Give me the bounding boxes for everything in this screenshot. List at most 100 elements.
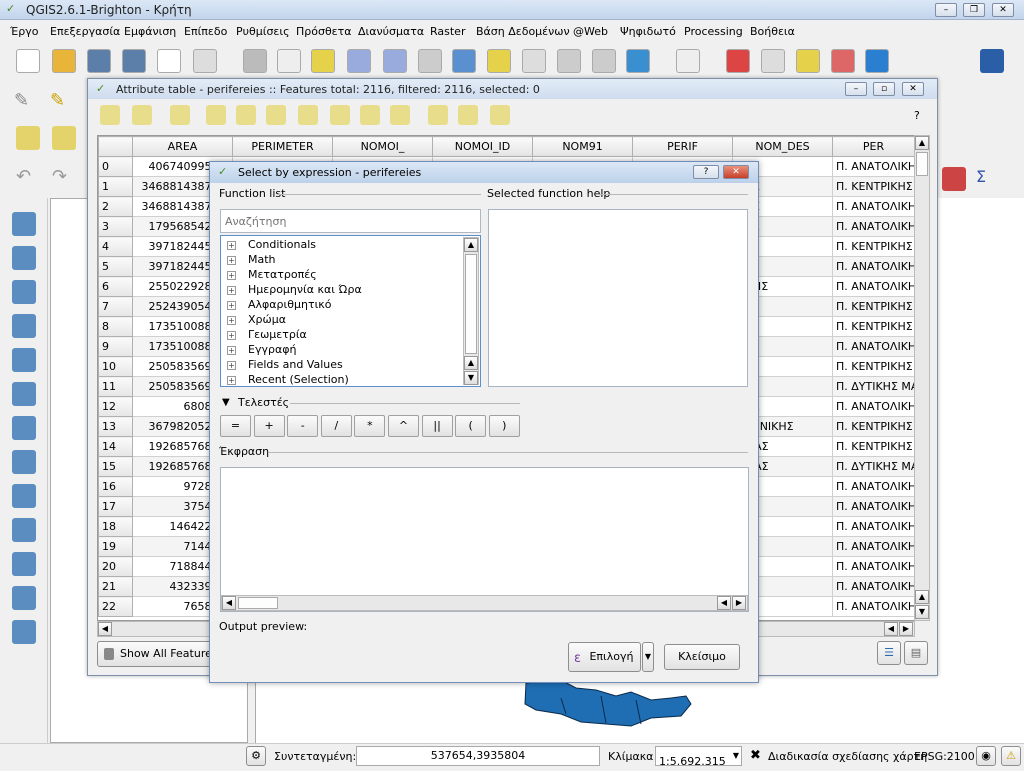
table-view-button[interactable]: ☰ bbox=[877, 641, 901, 665]
operator-button[interactable]: ( bbox=[455, 415, 487, 437]
add-layer-icon[interactable] bbox=[12, 552, 36, 576]
row-number[interactable]: 22 bbox=[98, 596, 133, 617]
add-layer-icon[interactable] bbox=[12, 212, 36, 236]
csw-icon[interactable] bbox=[676, 49, 700, 73]
save-as-icon[interactable] bbox=[122, 49, 146, 73]
row-number[interactable]: 19 bbox=[98, 536, 133, 557]
scroll-up-button[interactable]: ▲ bbox=[915, 136, 929, 150]
minimize-button[interactable]: – bbox=[935, 3, 957, 17]
digitize-icon[interactable]: ✎ bbox=[14, 90, 38, 114]
pan-to-selected-icon[interactable] bbox=[330, 105, 350, 125]
scroll-down-button[interactable]: ▼ bbox=[464, 371, 478, 385]
attr-minimize-button[interactable]: – bbox=[845, 82, 867, 96]
row-number[interactable]: 11 bbox=[98, 376, 133, 397]
per-cell[interactable]: Π. ΚΕΝΤΡΙΚΗΣ Μ bbox=[832, 436, 914, 457]
per-cell[interactable]: Π. ΚΕΝΤΡΙΚΗΣ Μ bbox=[832, 416, 914, 437]
function-group[interactable]: + Conditionals bbox=[227, 238, 316, 253]
add-layer-icon[interactable] bbox=[12, 280, 36, 304]
dialog-close-x-button[interactable]: ✕ bbox=[723, 165, 749, 179]
function-group[interactable]: + Fields and Values bbox=[227, 358, 343, 373]
help-button[interactable]: ? bbox=[914, 109, 920, 122]
menu-item[interactable]: Πρόσθετα bbox=[296, 25, 352, 38]
copy-rows-icon[interactable] bbox=[390, 105, 410, 125]
menu-item[interactable]: Βάση Δεδομένων bbox=[476, 25, 570, 38]
crs-label[interactable]: EPSG:2100 bbox=[914, 750, 975, 763]
function-group[interactable]: + Γεωμετρία bbox=[227, 328, 307, 343]
operator-button[interactable]: + bbox=[253, 415, 285, 437]
zoom-next-icon[interactable] bbox=[592, 49, 616, 73]
menu-item[interactable]: Έργο bbox=[10, 25, 38, 38]
row-number[interactable]: 4 bbox=[98, 236, 133, 257]
per-cell[interactable]: Π. ΑΝΑΤΟΛΙΚΗΣ bbox=[832, 596, 914, 617]
show-all-features-button[interactable]: Show All Features bbox=[97, 641, 227, 667]
add-layer-icon[interactable] bbox=[12, 416, 36, 440]
expand-icon[interactable]: + bbox=[227, 240, 236, 250]
per-cell[interactable]: Π. ΑΝΑΤΟΛΙΚΗΣ bbox=[832, 396, 914, 417]
vertical-scrollbar[interactable]: ▲ ▲ ▼ bbox=[914, 135, 930, 621]
coordinate-toggle-icon[interactable]: ⚙ bbox=[246, 746, 266, 766]
per-cell[interactable]: Π. ΔΥΤΙΚΗΣ ΜΑΚ bbox=[832, 456, 914, 477]
help-icon[interactable] bbox=[980, 49, 1004, 73]
row-number[interactable]: 3 bbox=[98, 216, 133, 237]
menu-item[interactable]: @Web bbox=[573, 25, 608, 38]
zoom-out-icon[interactable] bbox=[383, 49, 407, 73]
function-group[interactable]: + Εγγραφή bbox=[227, 343, 296, 358]
menu-item[interactable]: Βοήθεια bbox=[750, 25, 795, 38]
maximize-button[interactable]: ❐ bbox=[963, 3, 985, 17]
function-group[interactable]: + Math bbox=[227, 253, 276, 268]
scroll-up-button-2[interactable]: ▲ bbox=[464, 356, 478, 370]
field-calculator-icon[interactable] bbox=[490, 105, 510, 125]
operator-button[interactable]: || bbox=[421, 415, 453, 437]
function-group[interactable]: + Ημερομηνία και Ώρα bbox=[227, 283, 362, 298]
row-number[interactable]: 9 bbox=[98, 336, 133, 357]
function-group[interactable]: + Χρώμα bbox=[227, 313, 286, 328]
menu-item[interactable]: Διανύσματα bbox=[358, 25, 424, 38]
scroll-thumb[interactable] bbox=[238, 597, 278, 609]
row-number[interactable]: 6 bbox=[98, 276, 133, 297]
pan-icon[interactable] bbox=[277, 49, 301, 73]
expand-icon[interactable]: + bbox=[227, 375, 236, 385]
select-expression-icon[interactable] bbox=[206, 105, 226, 125]
column-header[interactable]: NOM91 bbox=[532, 136, 633, 157]
scroll-thumb[interactable] bbox=[465, 254, 477, 354]
function-scrollbar[interactable]: ▲ ▲ ▼ bbox=[463, 237, 479, 385]
per-cell[interactable]: Π. ΑΝΑΤΟΛΙΚΗΣ bbox=[832, 336, 914, 357]
scale-combobox[interactable]: 1:5.692.315 ▼ bbox=[655, 746, 742, 768]
menu-item[interactable]: Raster bbox=[430, 25, 465, 38]
zoom-selection-icon[interactable] bbox=[522, 49, 546, 73]
save-edits-icon[interactable] bbox=[132, 105, 152, 125]
row-number[interactable]: 0 bbox=[98, 156, 133, 177]
operator-button[interactable]: / bbox=[320, 415, 352, 437]
operator-button[interactable]: ^ bbox=[388, 415, 419, 437]
column-header[interactable]: NOMOI_ bbox=[332, 136, 433, 157]
vector-icon[interactable] bbox=[831, 49, 855, 73]
delete-selected-icon[interactable] bbox=[170, 105, 190, 125]
invert-selection-icon[interactable] bbox=[298, 105, 318, 125]
per-cell[interactable]: Π. ΑΝΑΤΟΛΙΚΗΣ bbox=[832, 476, 914, 497]
close-button[interactable]: Κλείσιμο bbox=[664, 644, 740, 670]
scroll-left-button[interactable]: ◀ bbox=[222, 596, 236, 610]
per-cell[interactable]: Π. ΑΝΑΤΟΛΙΚΗΣ bbox=[832, 156, 914, 177]
move-selection-top-icon[interactable] bbox=[266, 105, 286, 125]
zoom-last-icon[interactable] bbox=[557, 49, 581, 73]
operator-button[interactable]: * bbox=[354, 415, 386, 437]
expression-input[interactable] bbox=[220, 467, 749, 612]
operator-button[interactable]: ) bbox=[488, 415, 520, 437]
scroll-up-button[interactable]: ▲ bbox=[464, 238, 478, 252]
row-number[interactable]: 17 bbox=[98, 496, 133, 517]
attribute-icon[interactable] bbox=[796, 49, 820, 73]
add-layer-icon[interactable] bbox=[12, 314, 36, 338]
refresh-icon[interactable] bbox=[626, 49, 650, 73]
per-cell[interactable]: Π. ΑΝΑΤΟΛΙΚΗΣ bbox=[832, 256, 914, 277]
attr-maximize-button[interactable]: ▫ bbox=[873, 82, 895, 96]
zoom-in-icon[interactable] bbox=[347, 49, 371, 73]
column-header[interactable]: PERIF bbox=[632, 136, 733, 157]
function-search-input[interactable] bbox=[220, 209, 481, 233]
new-project-icon[interactable] bbox=[16, 49, 40, 73]
row-number[interactable]: 20 bbox=[98, 556, 133, 577]
open-folder-icon[interactable] bbox=[52, 49, 76, 73]
row-number[interactable]: 18 bbox=[98, 516, 133, 537]
expand-icon[interactable]: + bbox=[227, 255, 236, 265]
function-group[interactable]: + Recent (Selection) bbox=[227, 373, 349, 388]
operator-button[interactable]: - bbox=[287, 415, 319, 437]
